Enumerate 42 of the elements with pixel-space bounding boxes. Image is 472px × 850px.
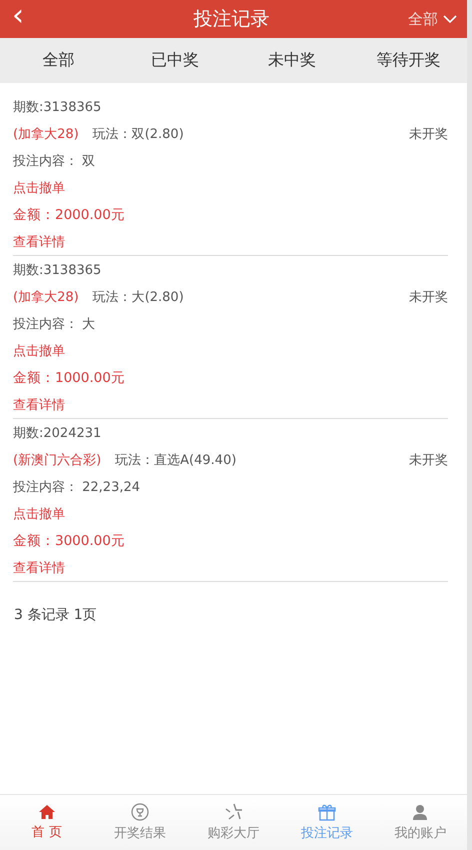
gift-icon <box>318 804 336 820</box>
cancel-link[interactable]: 点击撤单 <box>13 178 65 196</box>
filter-tab[interactable]: 全部 <box>0 38 117 83</box>
filter-tab[interactable]: 未中奖 <box>234 38 350 83</box>
page-title: 投注记录 <box>192 7 270 32</box>
chevron-down-icon <box>443 14 457 24</box>
nav-item[interactable]: 我的账户 <box>374 795 468 850</box>
play-text: 玩法：大(2.80) <box>92 288 184 306</box>
nav-item[interactable]: 开奖结果 <box>93 795 187 850</box>
amount-text: 金额：2000.00元 <box>13 206 125 224</box>
cancel-link[interactable]: 点击撤单 <box>13 342 65 360</box>
filter-dropdown[interactable]: 全部 <box>377 10 467 28</box>
lottery-name: (加拿大28) <box>13 288 79 306</box>
period-text: 期数:3138365 <box>13 262 102 278</box>
cancel-link[interactable]: 点击撤单 <box>13 504 65 522</box>
lottery-name: (加拿大28) <box>13 126 79 142</box>
bet-content-text: 投注内容： 大 <box>13 316 96 332</box>
house-icon <box>38 804 56 820</box>
filter-tab[interactable]: 已中奖 <box>116 38 234 83</box>
status-text: 未开奖 <box>409 452 448 468</box>
play-text: 玩法：直选A(49.40) <box>115 452 236 468</box>
status-text: 未开奖 <box>409 126 448 142</box>
amount-text: 金额：3000.00元 <box>13 532 125 550</box>
record-summary: 3 条记录 1页 <box>13 606 98 624</box>
filter-tab[interactable]: 等待开奖 <box>350 38 467 83</box>
back-button[interactable]: ‹ <box>0 1 36 37</box>
details-link[interactable]: 查看详情 <box>13 396 65 414</box>
status-text: 未开奖 <box>409 288 448 306</box>
nav-item[interactable]: 投注记录 <box>280 795 374 850</box>
nav-item[interactable]: 首 页 <box>0 795 94 850</box>
play-text: 玩法：双(2.80) <box>92 126 184 142</box>
bet-content-text: 投注内容： 22,23,24 <box>13 478 140 496</box>
period-text: 期数:3138365 <box>13 98 102 116</box>
lottery-name: (新澳门六合彩) <box>13 452 102 468</box>
period-text: 期数:2024231 <box>13 424 102 442</box>
user-icon <box>412 804 428 820</box>
amount-text: 金额：1000.00元 <box>13 368 125 386</box>
details-link[interactable]: 查看详情 <box>13 558 65 576</box>
bet-content-text: 投注内容： 双 <box>13 152 96 170</box>
details-link[interactable]: 查看详情 <box>13 232 65 250</box>
trophy-icon <box>131 803 150 821</box>
nav-item[interactable]: 购彩大厅 <box>186 795 280 850</box>
